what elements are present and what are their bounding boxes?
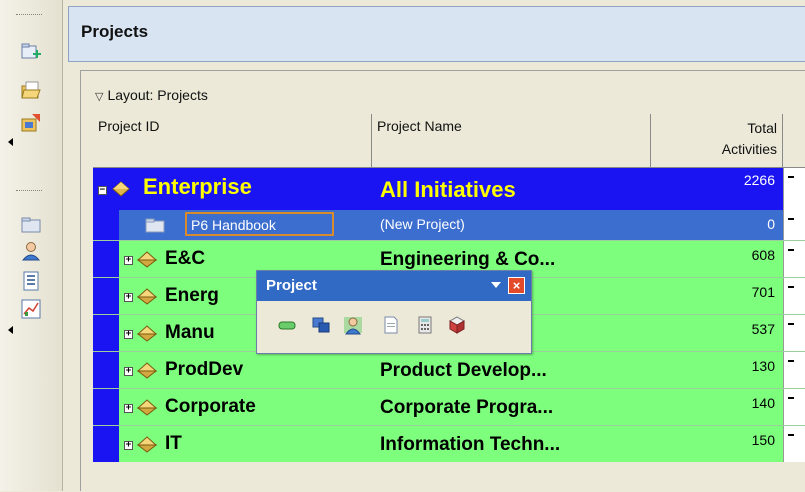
layers-icon[interactable] <box>311 315 331 335</box>
expand-toggle[interactable]: + <box>124 404 133 413</box>
column-header-label: Total <box>747 120 777 136</box>
total-activities: 537 <box>751 321 775 337</box>
close-button[interactable]: × <box>508 277 525 294</box>
column-header-label: Activities <box>721 141 777 157</box>
cell-project-name: Product Develop... <box>372 352 651 388</box>
expand-toggle[interactable]: + <box>124 330 133 339</box>
projects-header: Projects <box>68 6 805 62</box>
user-icon[interactable] <box>20 240 42 262</box>
eps-diamond-icon <box>137 399 157 416</box>
project-folder-icon <box>145 218 165 233</box>
column-header-total-activities[interactable]: Total Activities <box>651 114 783 168</box>
eps-diamond-icon <box>137 325 157 342</box>
project-id: E&C <box>165 248 206 269</box>
expand-toggle[interactable]: + <box>124 293 133 302</box>
project-id: P6 Handbook <box>191 217 276 233</box>
table-row[interactable]: + Corporate Corporate Progra... 140 <box>93 388 805 425</box>
export-icon[interactable] <box>20 112 42 134</box>
cell-extra <box>783 168 805 210</box>
total-activities: 0 <box>767 216 775 232</box>
column-header-row: Project ID Project Name Total Activities <box>93 114 805 168</box>
column-header-label: Project Name <box>377 118 462 134</box>
project-name: Product Develop... <box>380 360 547 381</box>
eps-diamond-icon <box>137 362 157 379</box>
cell-extra <box>783 278 805 314</box>
eps-diamond-icon <box>137 251 157 268</box>
collapse-toggle[interactable]: − <box>98 186 107 195</box>
left-toolbar <box>0 0 63 491</box>
document-icon[interactable] <box>381 315 401 335</box>
cell-project-id: + ProdDev <box>93 352 372 388</box>
total-activities: 150 <box>751 432 775 448</box>
bar-icon[interactable] <box>277 315 297 335</box>
total-activities: 130 <box>751 358 775 374</box>
project-id: ProdDev <box>165 359 244 380</box>
cell-project-name: (New Project) <box>372 210 651 240</box>
floating-toolbar-titlebar[interactable]: Project × <box>257 271 531 301</box>
total-activities: 701 <box>751 284 775 300</box>
project-id: Corporate <box>165 396 256 417</box>
toolbar-overflow-arrow[interactable] <box>8 138 13 146</box>
chevron-down-icon[interactable] <box>491 282 501 288</box>
project-id: Manu <box>165 322 215 343</box>
column-header-project-id[interactable]: Project ID <box>93 114 372 168</box>
cube-icon[interactable] <box>447 315 467 335</box>
table-row-selected[interactable]: P6 Handbook (New Project) 0 <box>93 210 805 240</box>
project-id: IT <box>165 433 182 454</box>
project-name: Engineering & Co... <box>380 249 556 270</box>
cell-extra <box>783 315 805 351</box>
expand-toggle[interactable]: + <box>124 367 133 376</box>
cell-extra <box>783 210 805 240</box>
eps-diamond-icon <box>137 288 157 305</box>
folder-icon[interactable] <box>20 213 42 235</box>
project-id: Energ <box>165 285 219 306</box>
project-name: Information Techn... <box>380 434 561 455</box>
cell-project-name: Corporate Progra... <box>372 389 651 425</box>
toolbar-grip[interactable] <box>16 190 42 193</box>
toolbar-grip[interactable] <box>16 14 42 17</box>
eps-diamond-icon <box>137 436 157 453</box>
open-folder-icon[interactable] <box>20 80 42 102</box>
layout-label: Layout: Projects <box>107 87 208 103</box>
calculator-icon[interactable] <box>415 315 435 335</box>
expand-toggle[interactable]: + <box>124 256 133 265</box>
column-header-project-name[interactable]: Project Name <box>372 114 651 168</box>
cell-project-id: + Corporate <box>93 389 372 425</box>
project-id-edit-field[interactable]: P6 Handbook <box>185 212 334 236</box>
cell-extra <box>783 426 805 462</box>
project-name: Corporate Progra... <box>380 397 554 418</box>
cell-extra <box>783 241 805 277</box>
chart-icon[interactable] <box>20 298 42 320</box>
user-icon[interactable] <box>343 315 363 335</box>
project-floating-toolbar[interactable]: Project × <box>256 270 532 354</box>
column-header-extra[interactable] <box>783 114 805 168</box>
table-row[interactable]: + ProdDev Product Develop... 130 <box>93 351 805 388</box>
total-activities: 2266 <box>743 172 775 188</box>
total-activities: 140 <box>751 395 775 411</box>
cell-extra <box>783 352 805 388</box>
chevron-down-icon: ▽ <box>95 91 104 103</box>
project-name: All Initiatives <box>380 177 516 202</box>
table-row[interactable]: − Enterprise All Initiatives 2266 <box>93 168 805 210</box>
table-row[interactable]: + IT Information Techn... 150 <box>93 425 805 462</box>
project-name: (New Project) <box>380 216 465 232</box>
activities-icon[interactable] <box>20 270 42 292</box>
total-activities: 608 <box>751 247 775 263</box>
cell-project-id: P6 Handbook <box>93 210 372 240</box>
eps-diamond-icon <box>112 181 130 197</box>
add-project-icon[interactable] <box>20 40 42 62</box>
expand-toggle[interactable]: + <box>124 441 133 450</box>
cell-project-name: Information Techn... <box>372 426 651 462</box>
floating-toolbar-title: Project <box>266 277 317 294</box>
cell-project-name: All Initiatives <box>372 168 651 210</box>
toolbar-overflow-arrow[interactable] <box>8 326 13 334</box>
cell-project-id: + IT <box>93 426 372 462</box>
column-header-label: Project ID <box>98 118 160 134</box>
page-title: Projects <box>81 22 149 41</box>
cell-project-id: − Enterprise <box>93 168 372 210</box>
layout-selector[interactable]: ▽ Layout: Projects <box>95 87 208 103</box>
project-id: Enterprise <box>143 174 252 199</box>
cell-extra <box>783 389 805 425</box>
